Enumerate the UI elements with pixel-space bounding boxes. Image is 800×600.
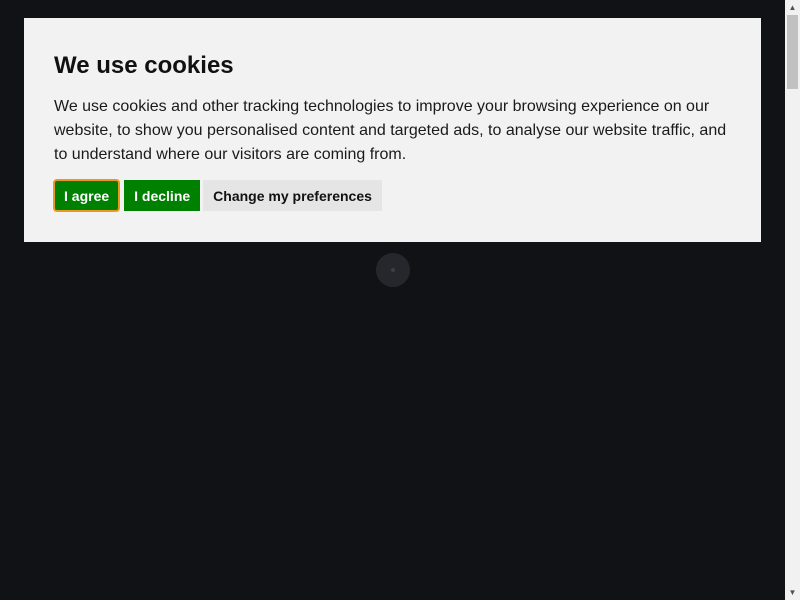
viewport: We use cookies We use cookies and other … [0, 0, 785, 600]
change-preferences-button[interactable]: Change my preferences [203, 180, 382, 211]
vertical-scrollbar[interactable]: ▲ ▼ [785, 0, 800, 600]
spinner-dot [391, 268, 395, 272]
cookie-consent-dialog: We use cookies We use cookies and other … [24, 18, 761, 242]
agree-button[interactable]: I agree [52, 179, 121, 212]
page: We use cookies We use cookies and other … [0, 0, 800, 600]
spinner-icon [376, 253, 410, 287]
cookie-dialog-text: We use cookies and other tracking techno… [54, 98, 727, 163]
scroll-down-arrow-icon[interactable]: ▼ [785, 585, 800, 600]
cookie-button-row: I agree I decline Change my preferences [52, 179, 731, 212]
cookie-dialog-title: We use cookies [54, 52, 234, 79]
scrollbar-thumb[interactable] [787, 15, 798, 89]
scroll-up-arrow-icon[interactable]: ▲ [785, 0, 800, 15]
decline-button[interactable]: I decline [124, 180, 201, 211]
